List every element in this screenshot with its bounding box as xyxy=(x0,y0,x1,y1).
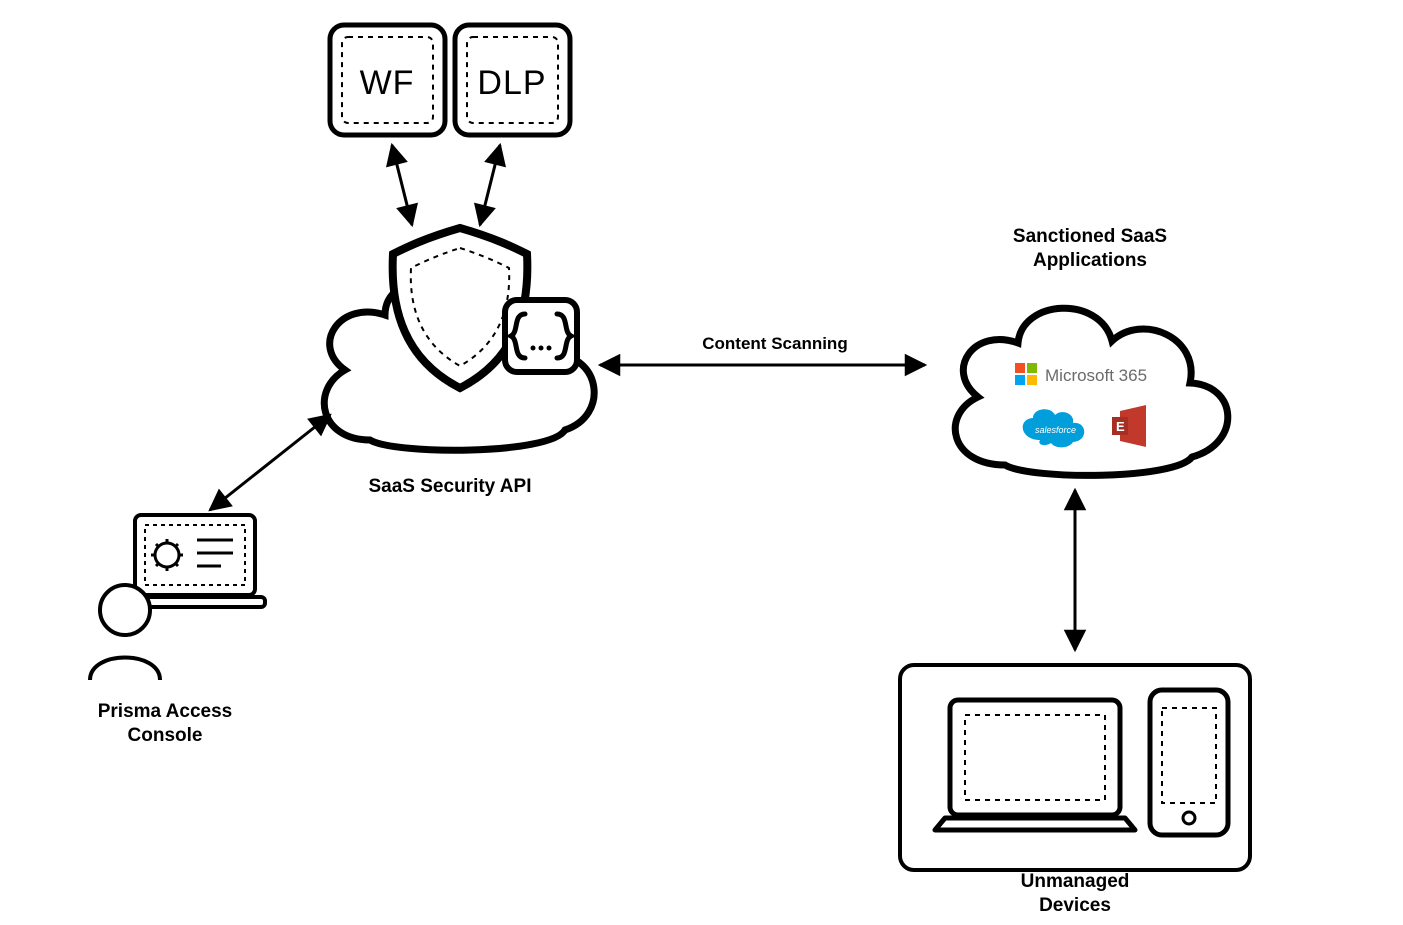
unmanaged-devices-label: Unmanaged Devices xyxy=(975,870,1175,918)
dlp-box: DLP xyxy=(455,25,570,135)
content-scanning-label: Content Scanning xyxy=(685,333,865,354)
prisma-access-console-label: Prisma Access Console xyxy=(65,700,265,748)
arrow-wf-saasapi xyxy=(392,145,412,225)
sanctioned-saas-label: Sanctioned SaaS Applications xyxy=(980,225,1200,273)
sanctioned-saas-label-line1: Sanctioned SaaS xyxy=(1013,226,1167,247)
wf-box: WF xyxy=(330,25,445,135)
unmanaged-devices-label-line1: Unmanaged xyxy=(1021,871,1130,892)
arrow-dlp-saasapi xyxy=(480,145,500,225)
saas-security-api-cloud xyxy=(324,228,594,450)
prisma-access-console-label-line2: Console xyxy=(128,725,203,746)
svg-text:DLP: DLP xyxy=(477,64,546,102)
unmanaged-devices-box xyxy=(900,665,1250,870)
sanctioned-saas-label-line2: Applications xyxy=(1033,250,1147,271)
unmanaged-devices-label-line2: Devices xyxy=(1039,895,1111,916)
svg-text:E: E xyxy=(1116,419,1125,434)
saas-security-api-label: SaaS Security API xyxy=(330,475,570,499)
phone-icon xyxy=(1150,690,1228,835)
arrow-console-saasapi xyxy=(210,415,330,510)
diagram-canvas: WF DLP xyxy=(0,0,1403,925)
prisma-access-console-label-line1: Prisma Access xyxy=(98,701,233,722)
sanctioned-saas-cloud: Microsoft 365 salesforce E xyxy=(955,308,1228,475)
person-icon xyxy=(90,585,160,680)
svg-text:Microsoft 365: Microsoft 365 xyxy=(1045,366,1147,385)
prisma-access-console-icon xyxy=(90,515,265,680)
svg-text:salesforce: salesforce xyxy=(1035,425,1076,435)
svg-text:WF: WF xyxy=(360,64,415,102)
laptop-icon xyxy=(935,700,1135,830)
